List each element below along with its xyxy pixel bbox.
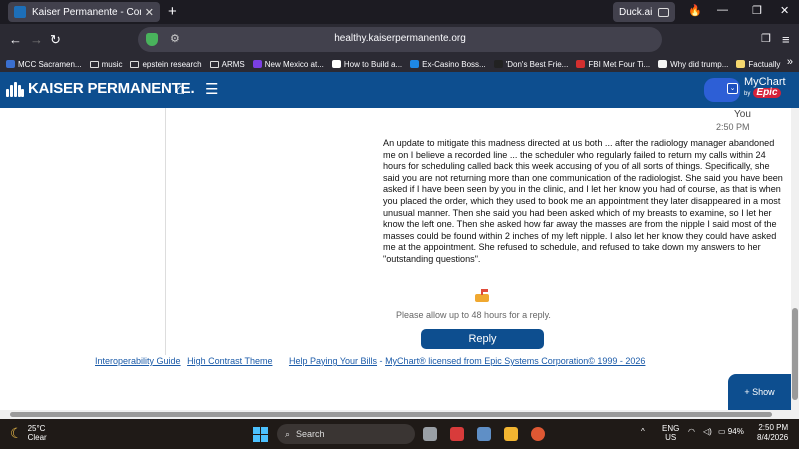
duckduckgo-icon[interactable]: [531, 427, 545, 441]
avatar[interactable]: ⌄: [704, 78, 740, 102]
windows-taskbar: ☾ 25°C Clear ⌕ Search ^ ENG US ◠ ◁) ▭ 94…: [0, 419, 799, 449]
search-icon: ⌕: [285, 428, 291, 439]
weather-widget[interactable]: ☾ 25°C Clear: [10, 424, 47, 442]
tab-title: Kaiser Permanente - Conversa: [32, 6, 141, 18]
bookmark-item[interactable]: New Mexico at...: [252, 60, 324, 69]
site-icon: [331, 60, 341, 68]
restore-button[interactable]: ❐: [752, 4, 762, 17]
forward-button[interactable]: →: [30, 32, 43, 47]
horizontal-scrollbar[interactable]: [0, 410, 799, 419]
fire-icon[interactable]: 🔥: [688, 4, 702, 17]
duckai-label: Duck.ai: [619, 6, 653, 18]
footer-separator: -: [379, 356, 383, 366]
tabs-icon[interactable]: ❐: [761, 32, 771, 45]
bookmark-item[interactable]: Why did trump...: [658, 60, 728, 69]
browser-tab[interactable]: Kaiser Permanente - Conversa ✕: [8, 2, 160, 22]
site-icon: [576, 60, 586, 68]
windows-start-icon[interactable]: [253, 427, 268, 442]
reply-button[interactable]: Reply: [421, 329, 544, 349]
bookmark-item[interactable]: MCC Sacramen...: [6, 60, 82, 69]
interoperability-guide-link[interactable]: Interoperability Guide: [95, 356, 181, 366]
folder-icon: [209, 60, 219, 68]
bookmark-item[interactable]: 'Don's Best Frie...: [493, 60, 568, 69]
kp-header: KAISER PERMANENTE. ⌂ ☰ ⌄ MyChart by Epic: [0, 72, 799, 108]
footer-links: Interoperability Guide High Contrast The…: [95, 356, 645, 366]
message-sender: You: [734, 109, 751, 120]
volume-icon[interactable]: ◁): [703, 427, 712, 436]
mychart-by: by: [744, 91, 751, 97]
main-content: You 2:50 PM An update to mitigate this m…: [0, 108, 791, 410]
site-icon: [493, 60, 503, 68]
kaiser-logo-icon: [6, 81, 24, 97]
show-button[interactable]: + Show: [728, 374, 791, 410]
taskbar-clock[interactable]: 2:50 PM 8/4/2026: [757, 423, 788, 443]
plane-icon: [6, 60, 15, 68]
browser-tab-strip: Kaiser Permanente - Conversa ✕ + Duck.ai…: [0, 0, 799, 24]
folder-icon: [130, 60, 140, 68]
back-button[interactable]: ←: [9, 32, 22, 47]
battery-indicator[interactable]: ▭ 94%: [718, 427, 744, 436]
task-view-icon[interactable]: [423, 427, 437, 441]
duckai-button[interactable]: Duck.ai: [613, 2, 676, 22]
address-bar[interactable]: ⚙ healthy.kaiserpermanente.org: [138, 27, 662, 52]
bookmarks-overflow-button[interactable]: »: [787, 56, 793, 68]
app-icon[interactable]: [450, 427, 464, 441]
browser-nav-bar: ← → ↻ ⚙ healthy.kaiserpermanente.org ❐ ≡: [0, 24, 799, 56]
message-body: An update to mitigate this madness direc…: [383, 138, 783, 264]
wifi-icon[interactable]: ◠: [688, 427, 695, 436]
language-indicator[interactable]: ENG US: [662, 424, 679, 442]
mychart-logo: MyChart by Epic: [744, 77, 786, 99]
bookmark-item[interactable]: Ex-Casino Boss...: [410, 60, 486, 69]
moon-icon: ☾: [10, 424, 23, 441]
bookmarks-bar: MCC Sacramen... music epstein research A…: [0, 56, 799, 72]
temperature: 25°C: [27, 424, 46, 433]
bookmark-folder[interactable]: music: [89, 60, 122, 69]
folder-icon: [89, 60, 99, 68]
clock-time: 2:50 PM: [758, 423, 789, 432]
vertical-scrollbar[interactable]: [791, 108, 799, 410]
weather-condition: Clear: [27, 433, 47, 442]
search-label: Search: [296, 429, 325, 439]
high-contrast-theme-link[interactable]: High Contrast Theme: [187, 356, 272, 366]
url-text[interactable]: healthy.kaiserpermanente.org: [138, 33, 662, 44]
bookmark-item[interactable]: How to Build a...: [331, 60, 402, 69]
site-icon: [252, 60, 262, 68]
minimize-button[interactable]: —: [717, 4, 728, 16]
mailbox-icon: [475, 289, 489, 302]
column-divider: [165, 108, 166, 355]
kaiser-favicon-icon: [14, 6, 26, 18]
sidebar-toggle-icon: [658, 7, 670, 17]
file-explorer-icon[interactable]: [504, 427, 518, 441]
tab-close-icon[interactable]: ✕: [145, 6, 154, 19]
logo-text: KAISER PERMANENTE.: [28, 80, 195, 97]
taskbar-search[interactable]: ⌕ Search: [277, 424, 415, 444]
tray-overflow-button[interactable]: ^: [641, 427, 645, 436]
epic-license-link[interactable]: MyChart® licensed from Epic Systems Corp…: [385, 356, 645, 366]
bookmark-folder[interactable]: epstein research: [130, 60, 202, 69]
bookmark-folder[interactable]: ARMS: [209, 60, 245, 69]
vertical-scroll-thumb[interactable]: [792, 308, 798, 400]
epic-badge: Epic: [753, 88, 781, 98]
weather-text: 25°C Clear: [28, 424, 47, 442]
menu-icon[interactable]: ≡: [782, 32, 790, 47]
horizontal-scroll-thumb[interactable]: [10, 412, 772, 417]
battery-icon: ▭: [718, 427, 726, 436]
site-icon: [658, 60, 668, 68]
home-icon[interactable]: ⌂: [176, 81, 185, 98]
hamburger-menu-icon[interactable]: ☰: [205, 80, 218, 98]
clock-date: 8/4/2026: [757, 433, 789, 442]
reload-button[interactable]: ↻: [50, 32, 61, 48]
reply-notice: Please allow up to 48 hours for a reply.: [396, 310, 551, 320]
help-paying-bills-link[interactable]: Help Paying Your Bills: [289, 356, 377, 366]
app-icon[interactable]: [477, 427, 491, 441]
kaiser-logo[interactable]: KAISER PERMANENTE.: [6, 80, 195, 97]
new-tab-button[interactable]: +: [168, 3, 177, 20]
message-time: 2:50 PM: [716, 122, 750, 132]
bookmark-item[interactable]: FBI Met Four Ti...: [576, 60, 650, 69]
bookmark-item[interactable]: Factually: [736, 60, 780, 69]
close-window-button[interactable]: ✕: [780, 4, 789, 17]
chevron-down-icon: ⌄: [727, 83, 738, 94]
site-icon: [410, 60, 420, 68]
site-icon: [736, 60, 746, 68]
